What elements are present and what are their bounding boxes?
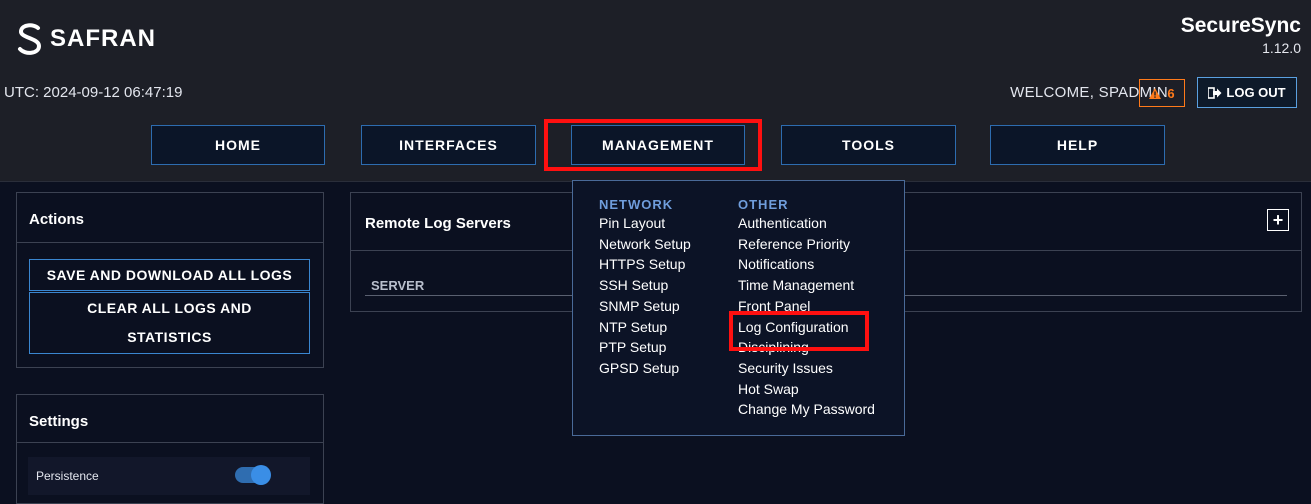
brand-name: SAFRAN	[50, 25, 156, 52]
menu-item-gpsd-setup[interactable]: GPSD Setup	[599, 358, 691, 379]
nav-tools[interactable]: TOOLS	[781, 125, 956, 165]
highlight-box-log-configuration	[729, 311, 869, 351]
plus-icon: +	[1272, 210, 1284, 230]
divider	[17, 442, 323, 443]
save-download-logs-button[interactable]: SAVE AND DOWNLOAD ALL LOGS	[29, 259, 310, 291]
persistence-row: Persistence	[28, 457, 310, 495]
other-column: OTHER Authentication Reference Priority …	[738, 197, 875, 420]
product-version: 1.12.0	[1262, 40, 1301, 56]
highlight-box-management	[544, 119, 762, 171]
nav-home[interactable]: HOME	[151, 125, 325, 165]
top-header: SAFRAN SecureSync 1.12.0 UTC: 2024-09-12…	[0, 0, 1311, 182]
menu-item-ptp-setup[interactable]: PTP Setup	[599, 337, 691, 358]
other-heading: OTHER	[738, 197, 789, 212]
menu-item-reference-priority[interactable]: Reference Priority	[738, 234, 875, 255]
menu-item-ssh-setup[interactable]: SSH Setup	[599, 275, 691, 296]
management-dropdown-menu: NETWORK Pin Layout Network Setup HTTPS S…	[572, 180, 905, 436]
menu-item-notifications[interactable]: Notifications	[738, 254, 875, 275]
nav-help[interactable]: HELP	[990, 125, 1165, 165]
menu-item-time-management[interactable]: Time Management	[738, 275, 875, 296]
nav-interfaces[interactable]: INTERFACES	[361, 125, 536, 165]
alert-count: 6	[1167, 85, 1175, 101]
network-heading: NETWORK	[599, 197, 674, 212]
menu-item-https-setup[interactable]: HTTPS Setup	[599, 254, 691, 275]
menu-item-snmp-setup[interactable]: SNMP Setup	[599, 296, 691, 317]
warning-triangle-icon	[1149, 87, 1162, 99]
remote-log-servers-title: Remote Log Servers	[365, 215, 511, 232]
logout-button[interactable]: LOG OUT	[1197, 77, 1297, 108]
logout-icon	[1208, 86, 1222, 99]
menu-item-authentication[interactable]: Authentication	[738, 213, 875, 234]
utc-time: UTC: 2024-09-12 06:47:19	[4, 84, 183, 101]
clear-logs-button[interactable]: CLEAR ALL LOGS AND STATISTICS	[29, 292, 310, 354]
menu-item-network-setup[interactable]: Network Setup	[599, 234, 691, 255]
safran-logo-icon	[18, 23, 42, 55]
product-name: SecureSync	[1180, 14, 1301, 37]
menu-item-security-issues[interactable]: Security Issues	[738, 358, 875, 379]
network-column: NETWORK Pin Layout Network Setup HTTPS S…	[599, 197, 691, 379]
add-server-button[interactable]: +	[1267, 209, 1289, 231]
menu-item-hot-swap[interactable]: Hot Swap	[738, 379, 875, 400]
menu-item-ntp-setup[interactable]: NTP Setup	[599, 317, 691, 338]
toggle-knob	[251, 465, 271, 485]
safran-logo: SAFRAN	[16, 22, 156, 56]
column-header-server: SERVER	[371, 278, 425, 293]
product-info: SecureSync 1.12.0	[1181, 14, 1301, 56]
actions-title: Actions	[29, 211, 85, 228]
logout-label: LOG OUT	[1226, 85, 1286, 100]
persistence-label: Persistence	[36, 469, 99, 483]
clear-logs-line1: CLEAR ALL LOGS AND	[87, 300, 252, 316]
menu-item-pin-layout[interactable]: Pin Layout	[599, 213, 691, 234]
divider	[17, 242, 323, 243]
persistence-toggle[interactable]	[235, 465, 271, 485]
settings-title: Settings	[29, 413, 89, 430]
alert-button[interactable]: 6	[1139, 79, 1185, 107]
actions-panel: Actions SAVE AND DOWNLOAD ALL LOGS CLEAR…	[16, 192, 324, 368]
clear-logs-line2: STATISTICS	[127, 329, 212, 345]
menu-item-change-my-password[interactable]: Change My Password	[738, 399, 875, 420]
